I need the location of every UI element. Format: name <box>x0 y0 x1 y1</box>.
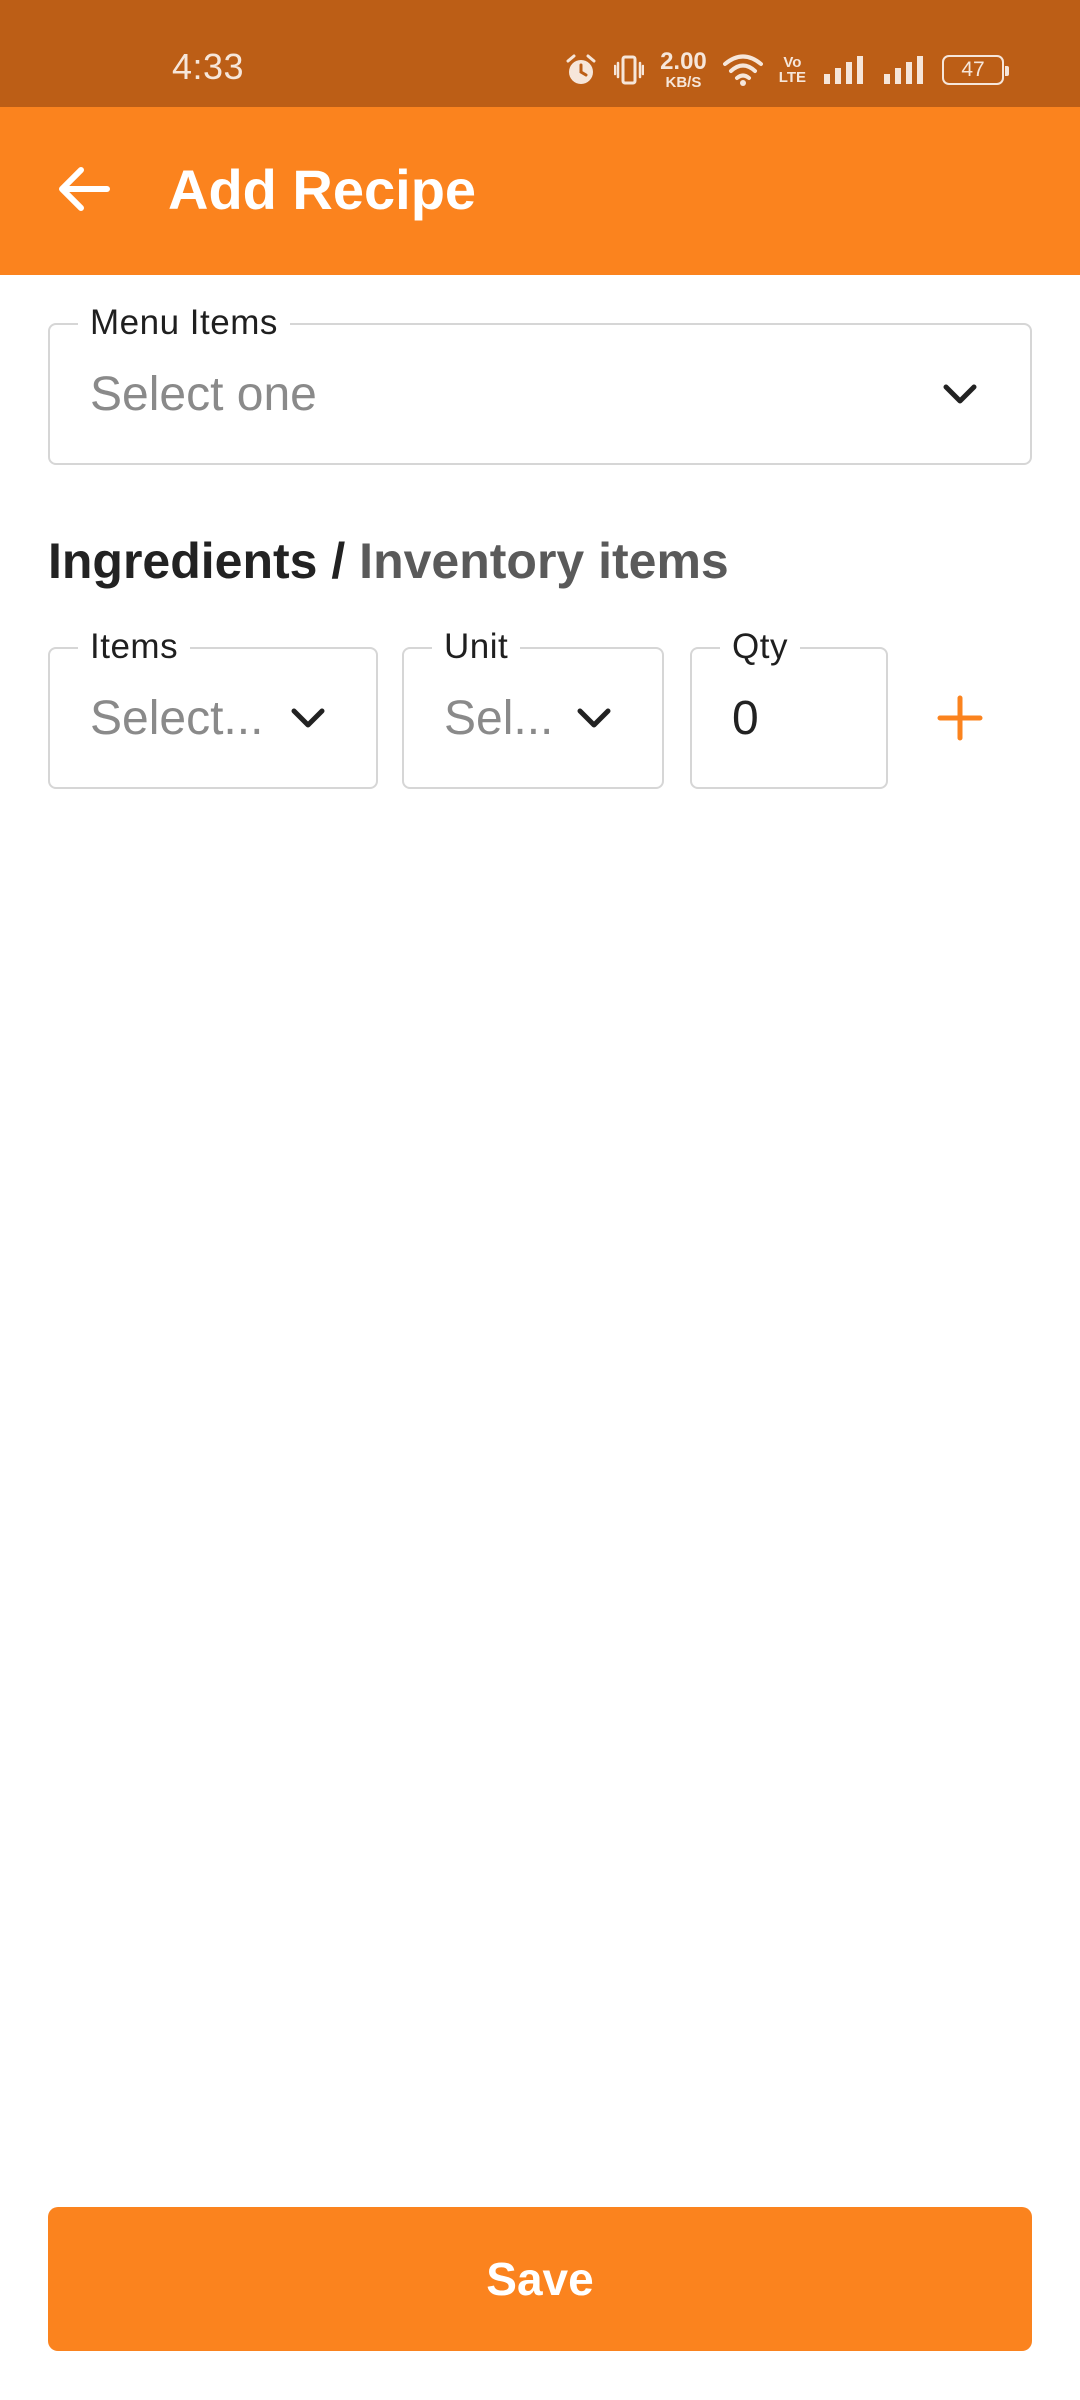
alarm-icon <box>564 53 598 87</box>
volte-indicator: Vo LTE <box>779 55 806 85</box>
status-time: 4:33 <box>172 46 245 87</box>
chevron-down-icon <box>576 707 612 729</box>
items-dropdown[interactable]: Items Select... <box>48 625 378 789</box>
battery-indicator: 47 <box>942 55 1009 85</box>
menu-items-placeholder: Select one <box>90 367 317 421</box>
net-speed-value: 2.00 <box>660 48 707 75</box>
wifi-icon <box>722 53 763 87</box>
net-speed-unit: KB/S <box>665 74 702 91</box>
unit-placeholder: Sel... <box>444 691 554 745</box>
add-ingredient-button[interactable] <box>912 680 1008 760</box>
menu-items-dropdown[interactable]: Menu Items Select one <box>48 301 1032 465</box>
app-bar: Add Recipe <box>0 107 1080 275</box>
chevron-down-icon <box>942 383 978 405</box>
ingredients-section-title: Ingredients / Inventory items <box>48 532 729 590</box>
signal-icon <box>822 54 866 86</box>
qty-value: 0 <box>732 691 759 745</box>
ingredients-title: Ingredients / <box>48 533 346 589</box>
unit-dropdown[interactable]: Unit Sel... <box>402 625 664 789</box>
net-speed: 2.00 KB/S <box>660 48 707 91</box>
save-button[interactable]: Save <box>48 2207 1032 2351</box>
inventory-items-subtitle: Inventory items <box>359 533 729 589</box>
back-button[interactable] <box>36 151 132 231</box>
volte-bottom: LTE <box>778 69 806 86</box>
signal-icon-2 <box>882 54 926 86</box>
volte-top: Vo <box>783 54 802 71</box>
back-arrow-icon <box>57 166 111 217</box>
page-title: Add Recipe <box>168 158 477 221</box>
chevron-down-icon <box>290 707 326 729</box>
status-bar: 4:33 2.00 KB/S Vo LTE 47 <box>0 0 1080 107</box>
plus-icon <box>936 694 984 747</box>
items-placeholder: Select... <box>90 691 264 745</box>
status-icons: 2.00 KB/S Vo LTE 47 <box>564 48 1009 91</box>
vibrate-icon <box>614 53 645 87</box>
qty-input[interactable]: Qty 0 <box>690 625 888 789</box>
